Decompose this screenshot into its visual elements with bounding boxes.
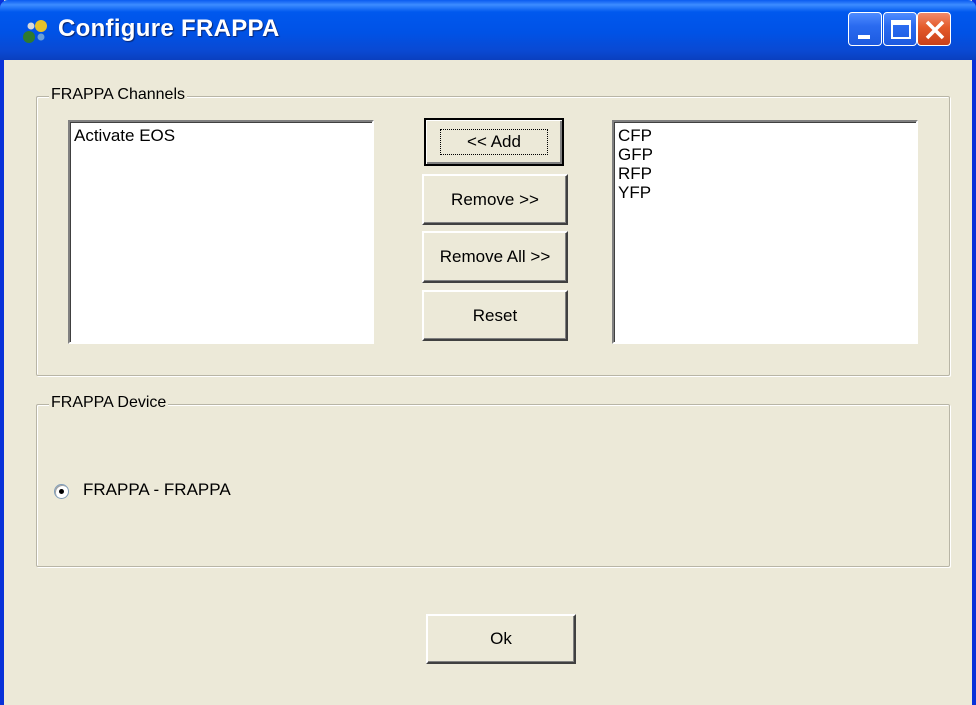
selected-channels-list[interactable]: CFP GFP RFP YFP [612, 120, 918, 344]
add-button-label: << Add [440, 129, 548, 155]
close-icon [925, 20, 945, 40]
list-item[interactable]: RFP [618, 164, 912, 183]
app-icon [23, 20, 47, 43]
available-channels-list[interactable]: Activate EOS [68, 120, 374, 344]
maximize-button[interactable] [883, 12, 917, 46]
reset-button[interactable]: Reset [422, 290, 568, 341]
configure-frappa-window: Configure FRAPPA FRAPPA Channels Activat… [0, 0, 976, 705]
list-item[interactable]: Activate EOS [74, 126, 368, 145]
remove-all-button[interactable]: Remove All >> [422, 231, 568, 283]
radio-selected-dot [59, 489, 64, 494]
remove-button-label: Remove >> [451, 189, 539, 209]
minimize-icon [858, 35, 870, 39]
add-button[interactable]: << Add [424, 118, 564, 166]
remove-all-button-label: Remove All >> [439, 247, 551, 266]
title-bar[interactable]: Configure FRAPPA [0, 0, 976, 60]
list-item[interactable]: CFP [618, 126, 912, 145]
remove-button[interactable]: Remove >> [422, 174, 568, 225]
ok-button[interactable]: Ok [426, 614, 576, 664]
channels-group-label: FRAPPA Channels [49, 86, 187, 104]
device-group-label: FRAPPA Device [49, 394, 169, 412]
close-button[interactable] [917, 12, 951, 46]
frappa-device-radio-label[interactable]: FRAPPA - FRAPPA [83, 480, 231, 500]
maximize-icon [891, 20, 911, 39]
ok-button-label: Ok [490, 629, 512, 648]
window-title: Configure FRAPPA [58, 15, 280, 42]
minimize-button[interactable] [848, 12, 882, 46]
list-item[interactable]: GFP [618, 145, 912, 164]
frappa-device-radio[interactable] [54, 484, 69, 499]
list-item[interactable]: YFP [618, 183, 912, 202]
reset-button-label: Reset [472, 305, 518, 325]
